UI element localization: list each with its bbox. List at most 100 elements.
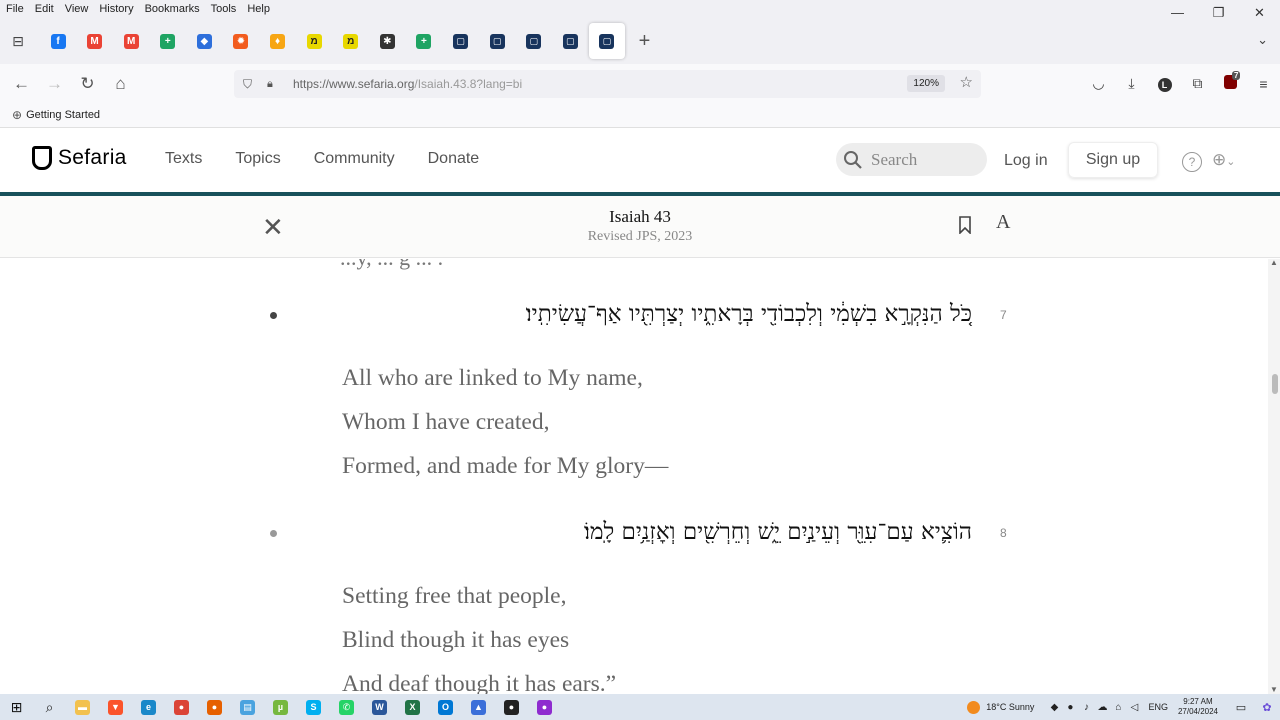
downloads-icon[interactable]: ⤓ [1115,75,1148,92]
tab[interactable]: ♦ [260,23,296,59]
english-line[interactable]: And deaf though it has ears.” [342,671,616,694]
cloud-icon[interactable]: ☁ [1094,702,1110,713]
language-globe-icon[interactable]: ⊕⌄ [1212,150,1235,170]
sefaria-logo[interactable]: Sefaria [32,146,127,170]
hebrew-verse-7[interactable]: כֹּ֚ל הַנִּקְרָ֣א בִשְׁמִ֔י וְלִכְבוֹדִ֖… [526,301,972,327]
english-line[interactable]: All who are linked to My name, [342,365,643,392]
edge-icon[interactable]: e [132,694,165,720]
window-app-icon[interactable]: ▤ [231,694,264,720]
verse-number-8[interactable]: 8 [1000,526,1007,540]
tab[interactable]: + [406,23,442,59]
tab[interactable]: ◆ [186,23,222,59]
ublock-extension-icon[interactable]: 7 [1214,71,1247,92]
volume-icon[interactable]: ◁ [1126,702,1142,713]
chevron-down-icon[interactable]: ⌄ [1257,32,1268,48]
word-icon[interactable]: W [363,694,396,720]
lock-icon[interactable]: 🔒︎ [267,78,281,91]
forward-icon[interactable]: → [38,74,71,94]
language-indicator[interactable]: ENG [1148,702,1168,712]
login-link[interactable]: Log in [1004,152,1048,170]
skype-icon[interactable]: S [297,694,330,720]
menu-tools[interactable]: Tools [205,3,242,15]
zoom-level[interactable]: 120% [907,75,945,92]
tab[interactable]: ▢ [516,23,552,59]
brave-icon[interactable]: ▼ [99,694,132,720]
bookmark-star-icon[interactable]: ☆ [960,73,973,91]
verse-number-7[interactable]: 7 [1000,308,1007,322]
tab-active[interactable]: ▢ [588,23,625,59]
help-icon[interactable]: ? [1182,152,1202,172]
nav-donate[interactable]: Donate [428,150,480,168]
tab[interactable]: M [77,23,113,59]
file-explorer-icon[interactable]: ▬ [66,694,99,720]
bookmark-icon[interactable] [958,216,972,234]
red-dot-icon[interactable]: ● [495,694,528,720]
url-bar[interactable]: ⛉ 🔒︎ https://www.sefaria.org/Isaiah.43.8… [234,70,981,98]
tab[interactable]: ✹ [223,23,259,59]
english-line[interactable]: Whom I have created, [342,409,549,436]
scrollbar-thumb[interactable] [1272,374,1278,394]
tab[interactable]: מ [333,23,369,59]
copilot-icon[interactable]: ✿ [1254,701,1280,714]
new-tab-button[interactable]: + [630,30,660,53]
menu-bookmarks[interactable]: Bookmarks [139,3,205,15]
search-icon[interactable]: ⌕ [33,694,66,720]
menu-history[interactable]: History [93,3,138,15]
whatsapp-icon[interactable]: ✆ [330,694,363,720]
outlook-icon[interactable]: O [429,694,462,720]
scroll-up-icon[interactable]: ▲ [1270,258,1278,267]
search-input[interactable]: Search [836,143,987,176]
scroll-down-icon[interactable]: ▼ [1270,685,1278,694]
pocket-icon[interactable]: ◡ [1082,75,1115,92]
utorrent-icon[interactable]: µ [264,694,297,720]
weather-widget[interactable]: 18°C Sunny [967,700,1034,714]
bookmark-getting-started[interactable]: Getting Started [26,109,100,121]
reload-icon[interactable]: ↻ [71,74,104,94]
account-icon[interactable]: L [1148,75,1181,92]
book-title[interactable]: Isaiah 43 [0,207,1280,227]
mic-icon[interactable]: ♪ [1078,702,1094,713]
windows-start-icon[interactable]: ⊞ [0,694,33,720]
firefox-icon[interactable]: ● [198,694,231,720]
app-menu-icon[interactable]: ≡ [1247,76,1280,92]
tab[interactable]: ▢ [443,23,479,59]
excel-icon[interactable]: X [396,694,429,720]
tab[interactable]: מ [296,23,332,59]
home-icon[interactable]: ⌂ [104,74,137,94]
english-line[interactable]: Formed, and made for My glory— [342,453,668,480]
record-tray-icon[interactable]: ● [1062,702,1078,713]
menu-view[interactable]: View [59,3,94,15]
menu-file[interactable]: File [0,3,29,15]
nav-texts[interactable]: Texts [165,150,202,168]
english-line[interactable]: Blind though it has eyes [342,627,569,654]
network-icon[interactable]: ⌂ [1110,702,1126,713]
tab[interactable]: M [113,23,149,59]
globe-icon: ⊕ [12,108,23,122]
purple-app-icon[interactable]: ● [528,694,561,720]
shield-tray-icon[interactable]: ◆ [1046,702,1062,713]
extensions-icon[interactable]: ⧉ [1181,75,1214,92]
menu-help[interactable]: Help [241,3,275,15]
nav-topics[interactable]: Topics [235,150,280,168]
signup-button[interactable]: Sign up [1068,142,1158,178]
url-text[interactable]: https://www.sefaria.org/Isaiah.43.8?lang… [293,77,522,91]
notification-icon[interactable]: ▭ [1228,701,1254,714]
scrollbar[interactable]: ▲ ▼ [1268,258,1280,694]
tab[interactable]: ▢ [479,23,515,59]
hebrew-verse-8[interactable]: הוֹצִ֛יא עַם־עִוֵּ֖ר וְעֵינַ֣יִם יֵ֑שׁ ו… [584,519,972,545]
english-line[interactable]: Setting free that people, [342,583,566,610]
font-size-button[interactable]: A [996,211,1010,234]
tab[interactable]: + [150,23,186,59]
version-title[interactable]: Revised JPS, 2023 [0,229,1280,245]
tab[interactable]: f [40,23,76,59]
tab[interactable]: ✱ [369,23,405,59]
nav-community[interactable]: Community [314,150,395,168]
arc-icon[interactable]: ▲ [462,694,495,720]
clock[interactable]: 9:27 AM 27/04/2024 [1178,697,1218,717]
chrome-icon[interactable]: ● [165,694,198,720]
back-icon[interactable]: ← [5,74,38,94]
tracking-shield-icon[interactable]: ⛉ [243,77,257,92]
menu-edit[interactable]: Edit [29,3,59,15]
tab-list-icon[interactable]: ⊟ [0,33,36,50]
tab[interactable]: ▢ [552,23,588,59]
